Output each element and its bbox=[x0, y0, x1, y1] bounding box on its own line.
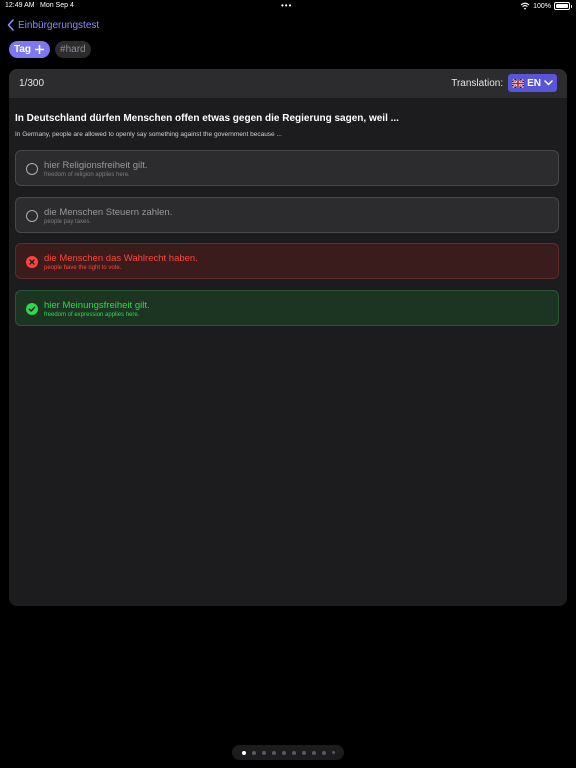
answer-text: die Menschen Steuern zahlen. bbox=[44, 207, 173, 218]
uk-flag-icon bbox=[512, 78, 525, 88]
answer-option-4[interactable]: hier Meinungsfreiheit gilt. freedom of e… bbox=[15, 290, 559, 326]
page-dot[interactable] bbox=[281, 750, 286, 755]
question-text: In Deutschland dürfen Menschen offen etw… bbox=[15, 113, 399, 124]
language-select[interactable]: EN bbox=[508, 74, 557, 92]
page-dot[interactable] bbox=[261, 750, 266, 755]
answer-translation: freedom of religion applies here. bbox=[44, 172, 130, 178]
back-label: Einbürgerungstest bbox=[18, 19, 100, 31]
question-translation: In Germany, people are allowed to openly… bbox=[15, 131, 282, 138]
card-header: 1/300 Translation: EN bbox=[9, 69, 567, 98]
answer-option-3[interactable]: die Menschen das Wahlrecht haben. people… bbox=[15, 243, 559, 279]
status-time: 12:49 AM bbox=[5, 2, 35, 9]
page-dot[interactable] bbox=[271, 750, 276, 755]
answer-text: hier Religionsfreiheit gilt. bbox=[44, 160, 148, 171]
multitasking-dots-icon[interactable]: ••• bbox=[281, 1, 292, 10]
answer-option-1[interactable]: hier Religionsfreiheit gilt. freedom of … bbox=[15, 150, 559, 186]
battery-icon bbox=[554, 2, 572, 10]
answer-option-2[interactable]: die Menschen Steuern zahlen. people pay … bbox=[15, 197, 559, 233]
correct-check-icon bbox=[26, 303, 38, 315]
chevron-down-icon bbox=[544, 80, 553, 86]
back-button[interactable]: Einbürgerungstest bbox=[7, 19, 99, 31]
tag-chip-hard[interactable]: #hard bbox=[55, 41, 91, 58]
page-dot[interactable] bbox=[291, 750, 296, 755]
answer-translation: people pay taxes. bbox=[44, 219, 92, 225]
wifi-icon bbox=[520, 2, 530, 10]
page-dot[interactable] bbox=[311, 750, 316, 755]
radio-unselected-icon bbox=[26, 163, 38, 175]
plus-icon bbox=[35, 45, 45, 54]
status-right: 100% bbox=[520, 2, 572, 10]
language-code: EN bbox=[527, 77, 541, 89]
page-dot[interactable] bbox=[321, 750, 326, 755]
status-bar: 12:49 AM Mon Sep 4 ••• 100% bbox=[0, 0, 576, 14]
add-tag-label: Tag bbox=[14, 44, 32, 55]
answer-text: hier Meinungsfreiheit gilt. bbox=[44, 300, 150, 311]
page-dot[interactable] bbox=[331, 751, 335, 754]
page-dot[interactable] bbox=[301, 750, 306, 755]
translation-label: Translation: bbox=[451, 77, 504, 89]
translation-control: Translation: EN bbox=[451, 74, 557, 92]
answer-text: die Menschen das Wahlrecht haben. bbox=[44, 253, 198, 264]
page-dot[interactable] bbox=[251, 750, 256, 755]
page-dot[interactable] bbox=[241, 750, 246, 755]
tag-chip-label: #hard bbox=[60, 44, 86, 55]
tag-bar: Tag #hard bbox=[9, 41, 91, 58]
answer-translation: freedom of expression applies here. bbox=[44, 312, 140, 318]
wrong-x-icon bbox=[26, 256, 38, 268]
status-date: Mon Sep 4 bbox=[40, 2, 74, 9]
battery-percent: 100% bbox=[533, 2, 551, 10]
question-counter: 1/300 bbox=[19, 78, 45, 89]
radio-unselected-icon bbox=[26, 210, 38, 222]
question-card: 1/300 Translation: EN In Deutschland dür… bbox=[9, 69, 567, 606]
add-tag-button[interactable]: Tag bbox=[9, 41, 51, 58]
page-indicator bbox=[232, 745, 344, 760]
answer-translation: people have the right to vote. bbox=[44, 265, 122, 271]
chevron-left-icon bbox=[7, 19, 14, 31]
